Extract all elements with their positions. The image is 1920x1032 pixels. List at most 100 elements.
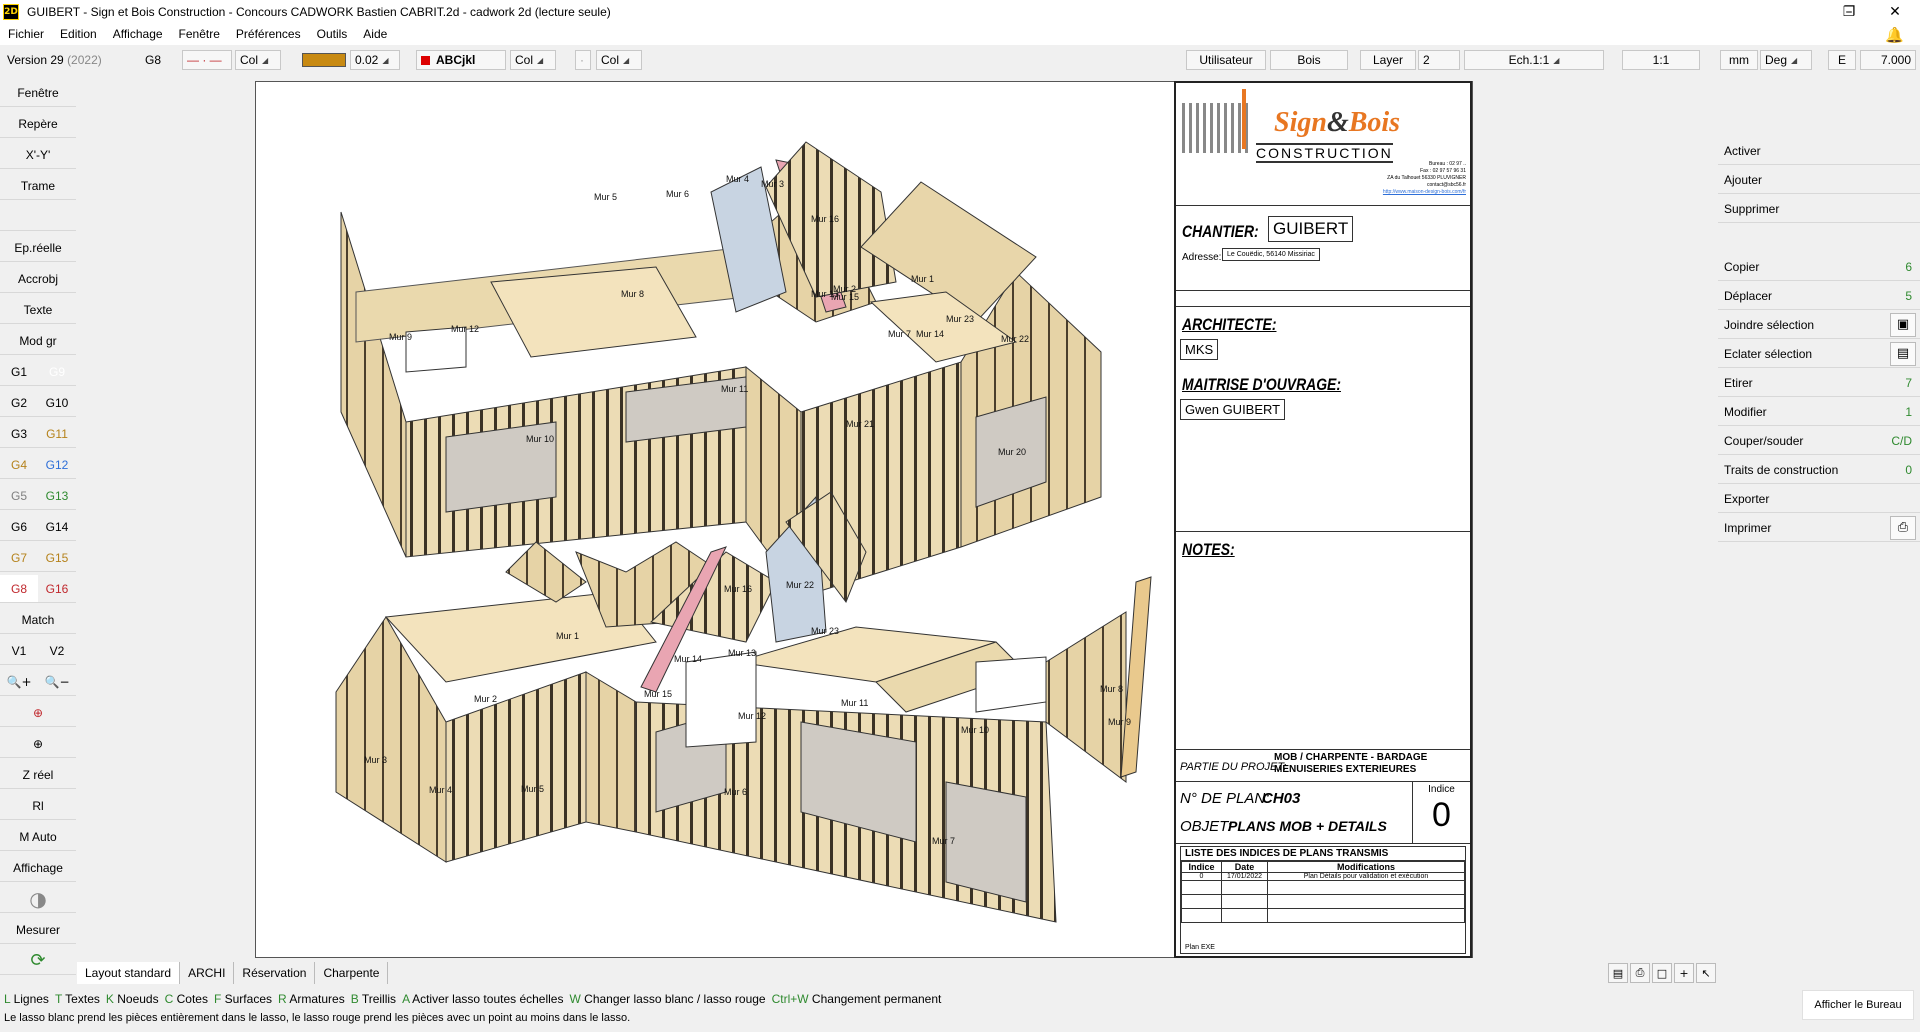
text-style-selector[interactable]: ABCjkl bbox=[416, 50, 506, 70]
texte-button[interactable]: Texte bbox=[0, 296, 76, 324]
line-width-dropdown[interactable]: 0.02 bbox=[350, 50, 400, 70]
eclater-selection-button[interactable]: Eclater sélection ▤ bbox=[1718, 340, 1920, 368]
zoom-window-icon[interactable]: ⊕ bbox=[0, 699, 76, 727]
shortcut-key: R bbox=[278, 992, 287, 1006]
modifier-button[interactable]: Modifier 1 bbox=[1718, 398, 1920, 426]
user-value[interactable]: Bois bbox=[1270, 50, 1348, 70]
wall-label: Mur 6 bbox=[724, 787, 747, 797]
group-g15-button[interactable]: G15 bbox=[38, 544, 76, 572]
group-g4-button[interactable]: G4 bbox=[0, 451, 38, 479]
line-type-selector[interactable]: — · — bbox=[182, 50, 232, 70]
menu-outils[interactable]: Outils bbox=[309, 27, 356, 41]
shortcut-item: B Treillis bbox=[351, 992, 396, 1006]
zoom-out-icon[interactable]: 🔍− bbox=[38, 668, 76, 696]
couper-souder-button[interactable]: Couper/souder C/D bbox=[1718, 427, 1920, 455]
group-g10-button[interactable]: G10 bbox=[38, 389, 76, 417]
e-value[interactable]: 7.000 bbox=[1860, 50, 1916, 70]
refresh-icon[interactable]: ⟳ bbox=[0, 947, 76, 975]
etirer-button[interactable]: Etirer 7 bbox=[1718, 369, 1920, 397]
copier-button[interactable]: Copier 6 bbox=[1718, 253, 1920, 281]
mesurer-button[interactable]: Mesurer bbox=[0, 916, 76, 944]
shortcut-item: K Noeuds bbox=[106, 992, 159, 1006]
notes-label: NOTES: bbox=[1182, 540, 1235, 559]
affichage-button[interactable]: Affichage bbox=[0, 854, 76, 882]
text-color-dropdown[interactable]: Col bbox=[510, 50, 556, 70]
fenetre-button[interactable]: Fenêtre bbox=[0, 79, 76, 107]
ajouter-button[interactable]: Ajouter bbox=[1718, 166, 1920, 194]
group-g9-button[interactable]: G9 bbox=[38, 358, 76, 386]
tab-reservation[interactable]: Réservation bbox=[234, 962, 316, 984]
user-button[interactable]: Utilisateur bbox=[1186, 50, 1266, 70]
menu-fenetre[interactable]: Fenêtre bbox=[171, 27, 228, 41]
close-icon[interactable]: ✕ bbox=[1872, 0, 1918, 23]
bell-icon[interactable]: 🔔 bbox=[1885, 26, 1904, 44]
group-g6-button[interactable]: G6 bbox=[0, 513, 38, 541]
group-g8-button[interactable]: G8 bbox=[0, 575, 38, 603]
group-g16-button[interactable]: G16 bbox=[38, 575, 76, 603]
v1-button[interactable]: V1 bbox=[0, 637, 38, 665]
angle-unit-dropdown[interactable]: Deg bbox=[1760, 50, 1812, 70]
group-g11-button[interactable]: G11 bbox=[38, 420, 76, 448]
traits-construction-button[interactable]: Traits de construction 0 bbox=[1718, 456, 1920, 484]
supprimer-button[interactable]: Supprimer bbox=[1718, 195, 1920, 223]
wall-label: Mur 5 bbox=[594, 192, 617, 202]
line-color-dropdown[interactable]: Col bbox=[235, 50, 281, 70]
surface-color-dropdown[interactable]: Col bbox=[596, 50, 642, 70]
group-g1-button[interactable]: G1 bbox=[0, 358, 38, 386]
v2-button[interactable]: V2 bbox=[38, 637, 76, 665]
xy-button[interactable]: X'-Y' bbox=[0, 141, 76, 169]
add-layout-icon[interactable]: + bbox=[1674, 963, 1694, 983]
zoom-all-icon[interactable]: ⊕ bbox=[0, 730, 76, 758]
menu-affichage[interactable]: Affichage bbox=[105, 27, 171, 41]
indices-table: Indice Date Modifications 0 17/01/2022 P… bbox=[1181, 861, 1465, 923]
unit-selector[interactable]: mm bbox=[1720, 50, 1758, 70]
zoom-ratio[interactable]: 1:1 bbox=[1622, 50, 1700, 70]
surface-pattern-selector[interactable]: · bbox=[575, 50, 591, 70]
scale-dropdown[interactable]: Ech.1:1 bbox=[1464, 50, 1604, 70]
e-button[interactable]: E bbox=[1828, 50, 1856, 70]
line-color-swatch[interactable] bbox=[302, 53, 346, 67]
group-g5-button[interactable]: G5 bbox=[0, 482, 38, 510]
menu-edition[interactable]: Edition bbox=[52, 27, 105, 41]
activer-button[interactable]: Activer bbox=[1718, 137, 1920, 165]
imprimer-button[interactable]: Imprimer ⎙ bbox=[1718, 514, 1920, 542]
deplacer-button[interactable]: Déplacer 5 bbox=[1718, 282, 1920, 310]
cursor-icon[interactable]: ↖ bbox=[1696, 963, 1716, 983]
show-desktop-button[interactable]: Afficher le Bureau bbox=[1802, 990, 1914, 1020]
tab-charpente[interactable]: Charpente bbox=[315, 962, 389, 984]
repere-button[interactable]: Repère bbox=[0, 110, 76, 138]
menu-fichier[interactable]: Fichier bbox=[0, 27, 52, 41]
menu-preferences[interactable]: Préférences bbox=[228, 27, 309, 41]
rl-button[interactable]: Rl bbox=[0, 792, 76, 820]
group-g12-button[interactable]: G12 bbox=[38, 451, 76, 479]
group-g7-button[interactable]: G7 bbox=[0, 544, 38, 572]
plan-type: Plan EXE bbox=[1185, 944, 1215, 951]
accrobj-button[interactable]: Accrobj bbox=[0, 265, 76, 293]
zoom-in-icon[interactable]: 🔍+ bbox=[0, 668, 38, 696]
layout-icon[interactable]: ▤ bbox=[1608, 963, 1628, 983]
layer-button[interactable]: Layer bbox=[1360, 50, 1416, 70]
joindre-selection-button[interactable]: Joindre sélection ▣ bbox=[1718, 311, 1920, 339]
tab-archi[interactable]: ARCHI bbox=[180, 962, 235, 984]
m-auto-button[interactable]: M Auto bbox=[0, 823, 76, 851]
wall-label: Mur 3 bbox=[761, 179, 784, 189]
print-preview-icon[interactable]: ⎙ bbox=[1630, 963, 1650, 983]
ep-reelle-button[interactable]: Ep.réelle bbox=[0, 234, 76, 262]
trame-button[interactable]: Trame bbox=[0, 172, 76, 200]
match-button[interactable]: Match bbox=[0, 606, 76, 634]
group-g14-button[interactable]: G14 bbox=[38, 513, 76, 541]
protractor-icon[interactable]: ◑ bbox=[0, 885, 76, 913]
frame-icon[interactable]: □ bbox=[1652, 963, 1672, 983]
exporter-button[interactable]: Exporter bbox=[1718, 485, 1920, 513]
layer-value[interactable]: 2 bbox=[1418, 50, 1460, 70]
lasso-hint: Le lasso blanc prend les pièces entièrem… bbox=[4, 1012, 631, 1024]
tab-layout-standard[interactable]: Layout standard bbox=[77, 962, 181, 984]
menu-aide[interactable]: Aide bbox=[355, 27, 395, 41]
mod-gr-button[interactable]: Mod gr bbox=[0, 327, 76, 355]
z-reel-button[interactable]: Z réel bbox=[0, 761, 76, 789]
group-g13-button[interactable]: G13 bbox=[38, 482, 76, 510]
restore-icon[interactable]: ❐ bbox=[1826, 0, 1872, 23]
group-g2-button[interactable]: G2 bbox=[0, 389, 38, 417]
upper-3d-model bbox=[340, 141, 1102, 599]
group-g3-button[interactable]: G3 bbox=[0, 420, 38, 448]
